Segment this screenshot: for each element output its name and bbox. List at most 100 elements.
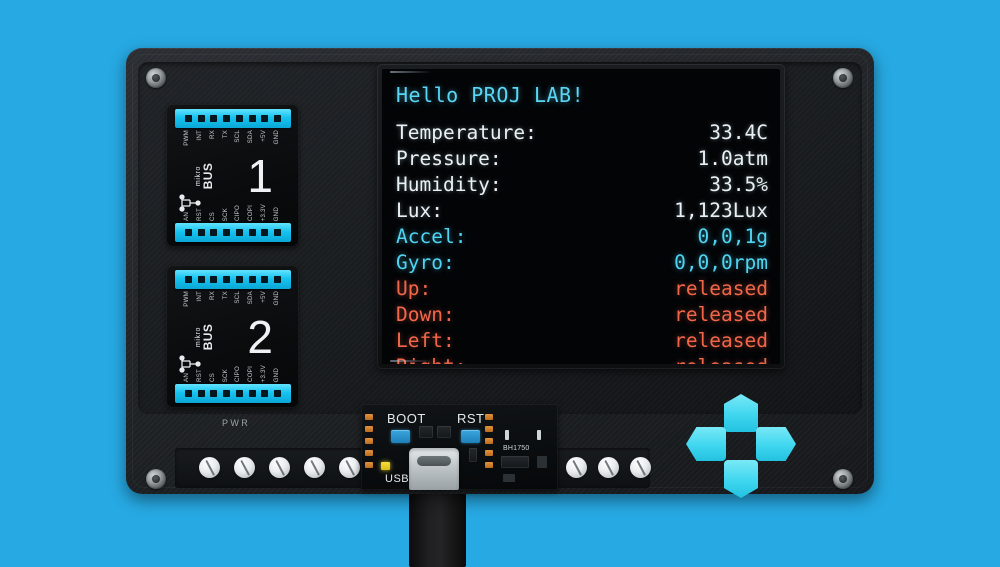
pin-hole xyxy=(184,390,192,397)
microcontroller-pcb: BOOT RST USB BH1750 xyxy=(361,404,558,490)
pin-label: +5V xyxy=(260,130,268,142)
row-value: 0,0,0rpm xyxy=(674,251,768,274)
usb-c-connector[interactable] xyxy=(409,448,459,490)
pwr-label: PWR xyxy=(222,418,251,428)
reset-button[interactable] xyxy=(461,430,480,443)
row-value: 33.5% xyxy=(709,173,768,196)
pin-label: SDA xyxy=(247,130,255,144)
pin-hole xyxy=(235,229,243,236)
oled-display: Hello PROJ LAB! Temperature: 33.4C Press… xyxy=(382,69,780,364)
mikrobus-1-top-pin-labels: PWM INT RX TX SCL SDA +5V GND xyxy=(175,130,291,172)
pin-hole xyxy=(261,115,269,122)
pcb-chip xyxy=(419,426,433,438)
pin-hole xyxy=(197,276,205,283)
mikrobus-socket-2[interactable]: PWM INT RX TX SCL SDA +5V GND mikro BUS xyxy=(166,265,299,408)
power-led xyxy=(381,462,390,470)
rail-screw xyxy=(598,457,619,478)
pin-label: RST xyxy=(195,369,203,382)
pin-hole xyxy=(235,115,243,122)
mikrobus-1-bottom-pin-labels: AN RST CS SCK CIPO COPI +3.3V GND xyxy=(175,179,291,221)
mikrobus-1-top-header[interactable] xyxy=(175,109,291,128)
pcb-pad xyxy=(537,456,547,468)
rail-screw xyxy=(199,457,220,478)
rail-screw xyxy=(339,457,360,478)
display-row-left: Left: released xyxy=(396,328,768,354)
pin-label: GND xyxy=(273,367,280,382)
dpad-down-button[interactable] xyxy=(724,460,758,498)
pcb-chip xyxy=(469,448,477,462)
corner-screw-top-left xyxy=(146,68,166,88)
pin-hole xyxy=(210,390,218,397)
pcb-pad xyxy=(537,430,541,440)
boot-button[interactable] xyxy=(391,430,410,443)
pin-hole xyxy=(223,229,231,236)
pin-hole xyxy=(197,229,205,236)
pcb-pad xyxy=(365,426,373,432)
pcb-pad xyxy=(505,430,509,440)
pin-label: +3.3V xyxy=(260,364,268,382)
pin-label: AN xyxy=(182,373,190,382)
mikrobus-2-bottom-header[interactable] xyxy=(175,384,291,403)
row-value: 33.4C xyxy=(709,121,768,144)
rail-screw xyxy=(234,457,255,478)
stand-post xyxy=(409,487,466,567)
pin-hole xyxy=(248,390,256,397)
pin-hole xyxy=(235,390,243,397)
row-value: released xyxy=(674,354,768,364)
pin-label: SCL xyxy=(234,130,242,143)
pin-hole xyxy=(197,115,205,122)
rail-screw xyxy=(304,457,325,478)
row-label: Accel: xyxy=(396,225,467,248)
pin-hole xyxy=(248,276,256,283)
pin-hole xyxy=(261,276,269,283)
pcb-pad xyxy=(485,426,493,432)
display-row-right: Right: released xyxy=(396,354,768,364)
corner-screw-bottom-left xyxy=(146,469,166,489)
rst-label: RST xyxy=(457,411,485,426)
pin-label: RX xyxy=(208,291,216,300)
row-value: released xyxy=(674,303,768,326)
dpad-right-button[interactable] xyxy=(756,427,796,461)
display-row-lux: Lux: 1,123Lux xyxy=(396,198,768,224)
pin-hole xyxy=(274,229,282,236)
pin-hole xyxy=(274,115,282,122)
pcb-pad xyxy=(365,450,373,456)
pin-label: GND xyxy=(273,291,280,306)
pcb-pad xyxy=(485,414,493,420)
pin-label: CS xyxy=(208,373,216,382)
pin-label: INT xyxy=(195,291,203,302)
display-row-up: Up: released xyxy=(396,276,768,302)
row-value: released xyxy=(674,329,768,352)
pin-label: SCK xyxy=(221,368,229,382)
pin-hole xyxy=(248,115,256,122)
pin-label: GND xyxy=(273,130,280,145)
dpad-left-button[interactable] xyxy=(686,427,726,461)
display-row-gyro: Gyro: 0,0,0rpm xyxy=(396,250,768,276)
pin-hole xyxy=(274,276,282,283)
dpad-up-button[interactable] xyxy=(724,394,758,432)
row-label: Down: xyxy=(396,303,455,326)
pcb-pad xyxy=(365,462,373,468)
corner-screw-bottom-right xyxy=(833,469,853,489)
pin-label: PWM xyxy=(182,130,190,146)
display-row-humidity: Humidity: 33.5% xyxy=(396,172,768,198)
mikrobus-2-bottom-pin-labels: AN RST CS SCK CIPO COPI +3.3V GND xyxy=(175,340,291,382)
pin-hole xyxy=(184,115,192,122)
pin-label: COPI xyxy=(247,205,255,221)
row-label: Temperature: xyxy=(396,121,537,144)
bh1750-sensor-chip xyxy=(501,456,529,468)
pin-hole xyxy=(210,115,218,122)
rail-screw xyxy=(630,457,651,478)
pcb-pad xyxy=(485,462,493,468)
pin-hole xyxy=(248,229,256,236)
mikrobus-2-top-header[interactable] xyxy=(175,270,291,289)
pcb-pad xyxy=(485,438,493,444)
mikrobus-1-bottom-header[interactable] xyxy=(175,223,291,242)
pin-label: SDA xyxy=(247,291,255,305)
mikrobus-socket-1[interactable]: PWM INT RX TX SCL SDA +5V GND mikro BUS xyxy=(166,104,299,247)
pin-hole xyxy=(274,390,282,397)
pin-label: CS xyxy=(208,212,216,221)
pcb-pad xyxy=(485,450,493,456)
pin-hole xyxy=(210,276,218,283)
pin-label: GND xyxy=(273,206,280,221)
